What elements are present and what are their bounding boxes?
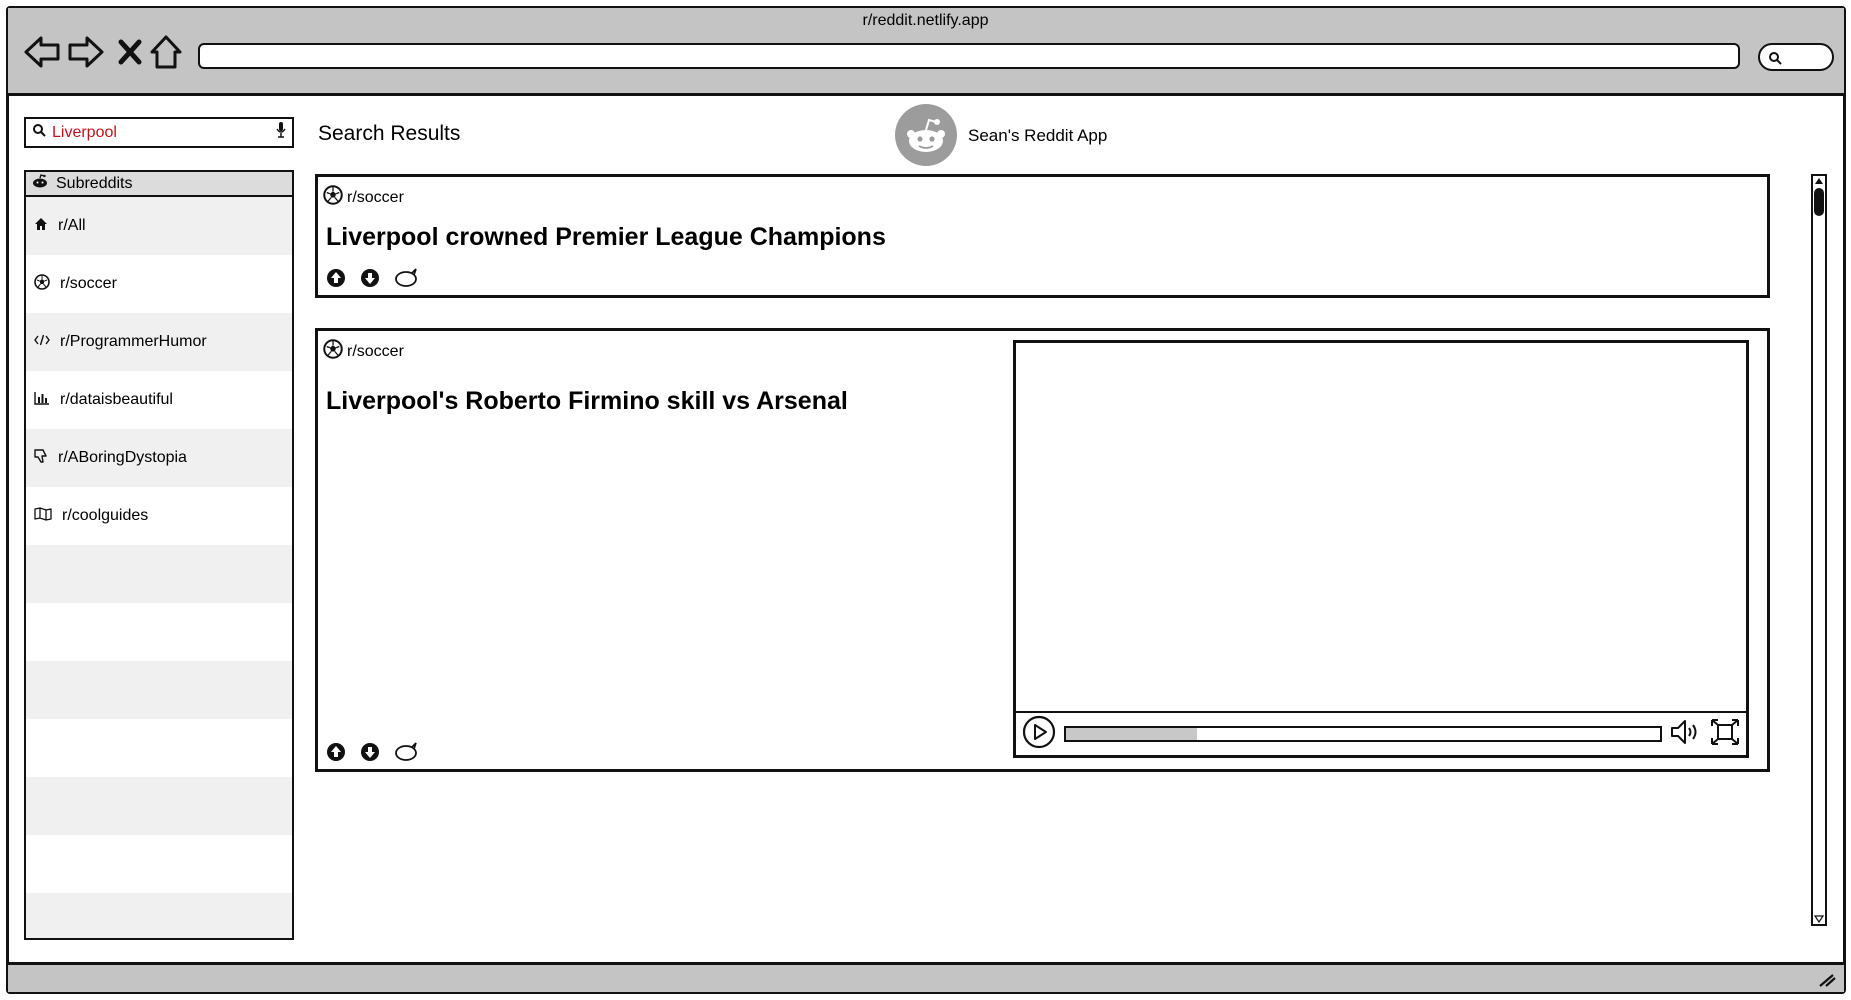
sidebar-item-label: r/ABoringDystopia [58, 449, 187, 466]
sidebar-item-label: r/All [58, 217, 86, 234]
sidebar-empty-row [26, 545, 292, 603]
reddit-icon [32, 174, 48, 193]
post-subreddit[interactable]: r/soccer [323, 339, 404, 364]
address-bar[interactable] [198, 43, 1740, 69]
microphone-icon[interactable] [276, 121, 286, 144]
sidebar-item-label: r/soccer [60, 275, 117, 292]
sidebar-empty-row [26, 835, 292, 893]
scrollbar-thumb[interactable] [1814, 188, 1824, 216]
search-icon [1769, 52, 1782, 65]
video-controls [1016, 711, 1746, 755]
scroll-up-icon[interactable] [1814, 177, 1824, 185]
video-progress-bar[interactable] [1064, 726, 1662, 742]
sidebar-header: Subreddits [26, 172, 292, 197]
bar-chart-icon [34, 391, 50, 410]
comment-icon[interactable] [394, 742, 418, 762]
upvote-icon[interactable] [326, 268, 346, 288]
video-player[interactable] [1013, 340, 1749, 758]
soccer-ball-icon [34, 273, 50, 295]
fullscreen-icon[interactable] [1710, 718, 1740, 751]
resize-grip-icon[interactable] [1818, 973, 1836, 987]
sidebar-empty-row [26, 661, 292, 719]
post-subreddit[interactable]: r/soccer [323, 185, 404, 210]
video-progress-fill [1066, 728, 1197, 740]
volume-icon[interactable] [1670, 718, 1702, 751]
downvote-icon[interactable] [360, 742, 380, 762]
sidebar-empty-row [26, 719, 292, 777]
subreddit-sidebar: Subreddits r/All r/soccer r/ProgrammerHu… [24, 170, 294, 940]
sidebar-item-label: r/coolguides [62, 507, 149, 524]
status-bar [8, 962, 1844, 992]
reddit-logo-icon [895, 104, 957, 166]
search-icon [32, 123, 46, 142]
sidebar-empty-row [26, 777, 292, 835]
scroll-down-icon[interactable] [1814, 915, 1824, 923]
sidebar-empty-row [26, 603, 292, 661]
sidebar-item-dataisbeautiful[interactable]: r/dataisbeautiful [26, 371, 292, 429]
upvote-icon[interactable] [326, 742, 346, 762]
map-icon [34, 506, 52, 526]
soccer-ball-icon [323, 185, 343, 210]
sidebar-empty-row [26, 893, 292, 938]
post-card[interactable]: r/soccer Liverpool crowned Premier Leagu… [315, 174, 1770, 298]
app-name: Sean's Reddit App [968, 126, 1108, 145]
home-icon[interactable] [144, 30, 188, 74]
sidebar-item-coolguides[interactable]: r/coolguides [26, 487, 292, 545]
sidebar-list: r/All r/soccer r/ProgrammerHumor r/datai… [26, 197, 292, 938]
soccer-ball-icon [323, 339, 343, 364]
post-title[interactable]: Liverpool crowned Premier League Champio… [326, 223, 886, 252]
home-icon [34, 217, 48, 236]
sidebar-item-aboringdystopia[interactable]: r/ABoringDystopia [26, 429, 292, 487]
sidebar-header-label: Subreddits [56, 174, 133, 192]
post-actions [326, 268, 418, 288]
vertical-scrollbar[interactable] [1811, 174, 1827, 926]
code-icon [34, 333, 50, 351]
downvote-icon[interactable] [360, 268, 380, 288]
post-subreddit-label: r/soccer [347, 342, 404, 360]
sidebar-item-all[interactable]: r/All [26, 197, 292, 255]
sidebar-item-soccer[interactable]: r/soccer [26, 255, 292, 313]
page-url-title: r/reddit.netlify.app [862, 12, 989, 29]
forward-icon[interactable] [64, 30, 108, 74]
sidebar-item-label: r/ProgrammerHumor [60, 333, 207, 350]
sidebar-item-programmerhumor[interactable]: r/ProgrammerHumor [26, 313, 292, 371]
post-subreddit-label: r/soccer [347, 188, 404, 206]
search-box[interactable] [24, 117, 294, 148]
search-input[interactable] [52, 123, 270, 142]
browser-search-button[interactable] [1758, 43, 1834, 71]
thumbs-down-icon [34, 448, 48, 469]
page-title: Search Results [318, 122, 461, 145]
play-icon[interactable] [1022, 715, 1056, 754]
post-title[interactable]: Liverpool's Roberto Firmino skill vs Ars… [326, 387, 848, 416]
back-icon[interactable] [20, 30, 64, 74]
comment-icon[interactable] [394, 268, 418, 288]
sidebar-item-label: r/dataisbeautiful [60, 391, 173, 408]
post-actions [326, 742, 418, 762]
